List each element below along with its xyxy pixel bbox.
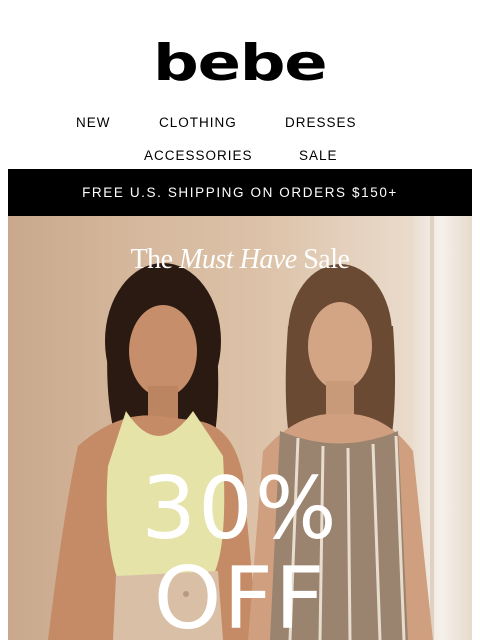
headline-post: Sale [296,244,350,275]
nav-item-sale[interactable]: SALE [299,148,338,163]
hero-headline: The Must Have Sale [8,244,472,276]
discount-off-label: OFF [153,549,327,640]
nav-item-accessories[interactable]: ACCESSORIES [144,148,253,163]
nav-item-dresses[interactable]: DRESSES [285,115,357,130]
shipping-banner-text: FREE U.S. SHIPPING ON ORDERS $150+ [82,185,398,200]
shipping-banner[interactable]: FREE U.S. SHIPPING ON ORDERS $150+ [8,169,472,216]
nav-item-clothing[interactable]: CLOTHING [159,115,237,130]
headline-italic: Must Have [179,244,297,275]
nav-item-new[interactable]: NEW [76,115,111,130]
headline-pre: The [130,244,180,275]
discount-percent: 30% [141,459,339,559]
hero-promo[interactable]: The Must Have Sale 30% OFF [8,216,472,640]
brand-logo[interactable]: bebe [153,38,328,88]
logo-container[interactable]: bebe [0,38,480,88]
